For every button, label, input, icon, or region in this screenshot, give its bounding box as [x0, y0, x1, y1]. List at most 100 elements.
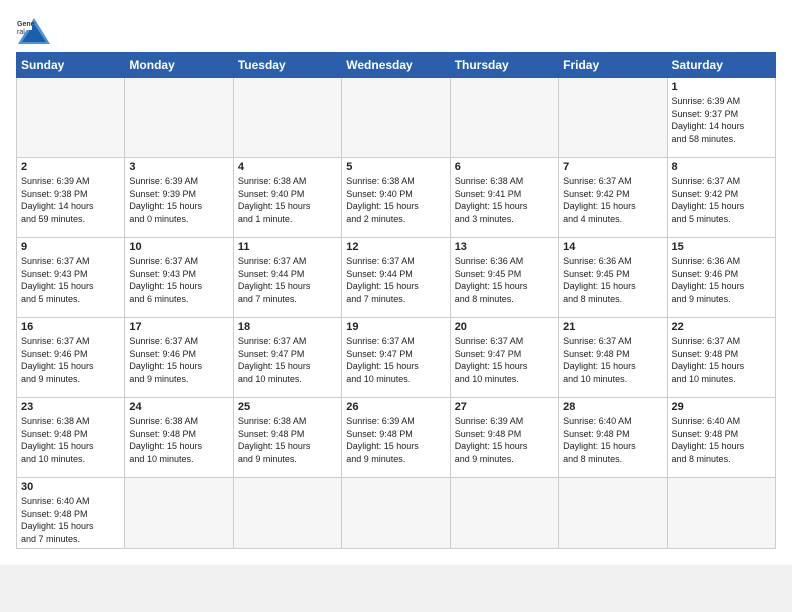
cell-info: Sunrise: 6:39 AM Sunset: 9:38 PM Dayligh…: [21, 175, 120, 225]
svg-text:ral: ral: [17, 29, 25, 36]
day-number: 10: [129, 241, 228, 253]
calendar-cell: 13Sunrise: 6:36 AM Sunset: 9:45 PM Dayli…: [450, 238, 558, 318]
header: Gene ral: [16, 16, 776, 46]
calendar-cell: 22 Sunrise: 6:37 AM Sunset: 9:48 PM Dayli…: [667, 318, 775, 398]
cell-info: Sunrise: 6:37 AM Sunset: 9:48 PM Dayligh…: [563, 335, 662, 385]
calendar-cell: 3 Sunrise: 6:39 AM Sunset: 9:39 PM Daylig…: [125, 158, 233, 238]
calendar-cell: [559, 478, 667, 549]
day-number: 14: [563, 241, 662, 253]
cell-info: Sunrise: 6:37 AM Sunset: 9:47 PM Dayligh…: [346, 335, 445, 385]
cell-info: Sunrise: 6:39 AM Sunset: 9:37 PM Dayligh…: [672, 95, 771, 145]
day-number: 29: [672, 401, 771, 413]
calendar-cell: [125, 478, 233, 549]
calendar-cell: 14 Sunrise: 6:36 AM Sunset: 9:45 PM Dayli…: [559, 238, 667, 318]
day-header-friday: Friday: [559, 53, 667, 78]
cell-info: Sunrise: 6:37 AM Sunset: 9:46 PM Dayligh…: [21, 335, 120, 385]
day-number: 18: [238, 321, 337, 333]
calendar-cell: [342, 478, 450, 549]
calendar-cell: 4Sunrise: 6:38 AM Sunset: 9:40 PM Daylig…: [233, 158, 341, 238]
calendar-cell: [450, 478, 558, 549]
generalblue-logo-icon: Gene ral: [16, 16, 52, 46]
cell-info: Sunrise: 6:36 AM Sunset: 9:45 PM Dayligh…: [563, 255, 662, 305]
calendar-cell: 2 Sunrise: 6:39 AM Sunset: 9:38 PM Daylig…: [17, 158, 125, 238]
calendar-header: SundayMondayTuesdayWednesdayThursdayFrid…: [17, 53, 776, 78]
day-number: 5: [346, 161, 445, 173]
cell-info: Sunrise: 6:39 AM Sunset: 9:48 PM Dayligh…: [455, 415, 554, 465]
day-number: 9: [21, 241, 120, 253]
cell-info: Sunrise: 6:40 AM Sunset: 9:48 PM Dayligh…: [672, 415, 771, 465]
day-number: 27: [455, 401, 554, 413]
calendar-cell: 5 Sunrise: 6:38 AM Sunset: 9:40 PM Daylig…: [342, 158, 450, 238]
day-number: 7: [563, 161, 662, 173]
cell-info: Sunrise: 6:36 AM Sunset: 9:45 PM Dayligh…: [455, 255, 554, 305]
calendar-week-1: 1 Sunrise: 6:39 AM Sunset: 9:37 PM Daylig…: [17, 78, 776, 158]
day-number: 21: [563, 321, 662, 333]
cell-info: Sunrise: 6:40 AM Sunset: 9:48 PM Dayligh…: [563, 415, 662, 465]
day-header-sunday: Sunday: [17, 53, 125, 78]
calendar-week-4: 16 Sunrise: 6:37 AM Sunset: 9:46 PM Dayli…: [17, 318, 776, 398]
cell-info: Sunrise: 6:39 AM Sunset: 9:39 PM Dayligh…: [129, 175, 228, 225]
calendar-cell: [342, 78, 450, 158]
calendar-cell: [125, 78, 233, 158]
cell-info: Sunrise: 6:37 AM Sunset: 9:44 PM Dayligh…: [238, 255, 337, 305]
calendar-week-3: 9 Sunrise: 6:37 AM Sunset: 9:43 PM Daylig…: [17, 238, 776, 318]
day-header-saturday: Saturday: [667, 53, 775, 78]
calendar-week-6: 30 Sunrise: 6:40 AM Sunset: 9:48 PM Dayli…: [17, 478, 776, 549]
day-number: 1: [672, 81, 771, 93]
calendar-cell: 29 Sunrise: 6:40 AM Sunset: 9:48 PM Dayli…: [667, 398, 775, 478]
day-number: 8: [672, 161, 771, 173]
calendar-cell: 15Sunrise: 6:36 AM Sunset: 9:46 PM Dayli…: [667, 238, 775, 318]
calendar-cell: 1 Sunrise: 6:39 AM Sunset: 9:37 PM Daylig…: [667, 78, 775, 158]
calendar-cell: 17Sunrise: 6:37 AM Sunset: 9:46 PM Dayli…: [125, 318, 233, 398]
cell-info: Sunrise: 6:37 AM Sunset: 9:47 PM Dayligh…: [238, 335, 337, 385]
calendar-cell: 20 Sunrise: 6:37 AM Sunset: 9:47 PM Dayli…: [450, 318, 558, 398]
calendar-cell: 18 Sunrise: 6:37 AM Sunset: 9:47 PM Dayli…: [233, 318, 341, 398]
calendar-cell: [559, 78, 667, 158]
calendar-table: SundayMondayTuesdayWednesdayThursdayFrid…: [16, 52, 776, 549]
cell-info: Sunrise: 6:37 AM Sunset: 9:46 PM Dayligh…: [129, 335, 228, 385]
day-header-thursday: Thursday: [450, 53, 558, 78]
svg-text:Gene: Gene: [17, 21, 35, 28]
cell-info: Sunrise: 6:37 AM Sunset: 9:43 PM Dayligh…: [21, 255, 120, 305]
calendar-cell: 23Sunrise: 6:38 AM Sunset: 9:48 PM Dayli…: [17, 398, 125, 478]
cell-info: Sunrise: 6:37 AM Sunset: 9:43 PM Dayligh…: [129, 255, 228, 305]
cell-info: Sunrise: 6:40 AM Sunset: 9:48 PM Dayligh…: [21, 495, 120, 545]
day-number: 11: [238, 241, 337, 253]
day-number: 30: [21, 481, 120, 493]
day-number: 12: [346, 241, 445, 253]
day-number: 19: [346, 321, 445, 333]
calendar-cell: 7Sunrise: 6:37 AM Sunset: 9:42 PM Daylig…: [559, 158, 667, 238]
day-number: 3: [129, 161, 228, 173]
day-number: 22: [672, 321, 771, 333]
day-number: 28: [563, 401, 662, 413]
calendar-cell: 19 Sunrise: 6:37 AM Sunset: 9:47 PM Dayli…: [342, 318, 450, 398]
cell-info: Sunrise: 6:36 AM Sunset: 9:46 PM Dayligh…: [672, 255, 771, 305]
calendar-cell: 30 Sunrise: 6:40 AM Sunset: 9:48 PM Dayli…: [17, 478, 125, 549]
page: Gene ral SundayMondayTuesdayWednesdayThu…: [0, 0, 792, 565]
cell-info: Sunrise: 6:37 AM Sunset: 9:44 PM Dayligh…: [346, 255, 445, 305]
calendar-cell: 25Sunrise: 6:38 AM Sunset: 9:48 PM Dayli…: [233, 398, 341, 478]
day-number: 24: [129, 401, 228, 413]
day-number: 20: [455, 321, 554, 333]
cell-info: Sunrise: 6:37 AM Sunset: 9:48 PM Dayligh…: [672, 335, 771, 385]
cell-info: Sunrise: 6:38 AM Sunset: 9:40 PM Dayligh…: [346, 175, 445, 225]
calendar-cell: 24 Sunrise: 6:38 AM Sunset: 9:48 PM Dayli…: [125, 398, 233, 478]
cell-info: Sunrise: 6:39 AM Sunset: 9:48 PM Dayligh…: [346, 415, 445, 465]
calendar-cell: 28 Sunrise: 6:40 AM Sunset: 9:48 PM Dayli…: [559, 398, 667, 478]
day-number: 16: [21, 321, 120, 333]
calendar-cell: [17, 78, 125, 158]
cell-info: Sunrise: 6:37 AM Sunset: 9:47 PM Dayligh…: [455, 335, 554, 385]
calendar-cell: 16 Sunrise: 6:37 AM Sunset: 9:46 PM Dayli…: [17, 318, 125, 398]
cell-info: Sunrise: 6:38 AM Sunset: 9:48 PM Dayligh…: [129, 415, 228, 465]
day-number: 26: [346, 401, 445, 413]
calendar-cell: [667, 478, 775, 549]
header-row: SundayMondayTuesdayWednesdayThursdayFrid…: [17, 53, 776, 78]
calendar-cell: 10 Sunrise: 6:37 AM Sunset: 9:43 PM Dayli…: [125, 238, 233, 318]
calendar-week-2: 2 Sunrise: 6:39 AM Sunset: 9:38 PM Daylig…: [17, 158, 776, 238]
calendar-cell: 26 Sunrise: 6:39 AM Sunset: 9:48 PM Dayli…: [342, 398, 450, 478]
logo: Gene ral: [16, 16, 56, 46]
day-number: 2: [21, 161, 120, 173]
day-number: 6: [455, 161, 554, 173]
calendar-cell: [233, 478, 341, 549]
calendar-cell: 8Sunrise: 6:37 AM Sunset: 9:42 PM Daylig…: [667, 158, 775, 238]
